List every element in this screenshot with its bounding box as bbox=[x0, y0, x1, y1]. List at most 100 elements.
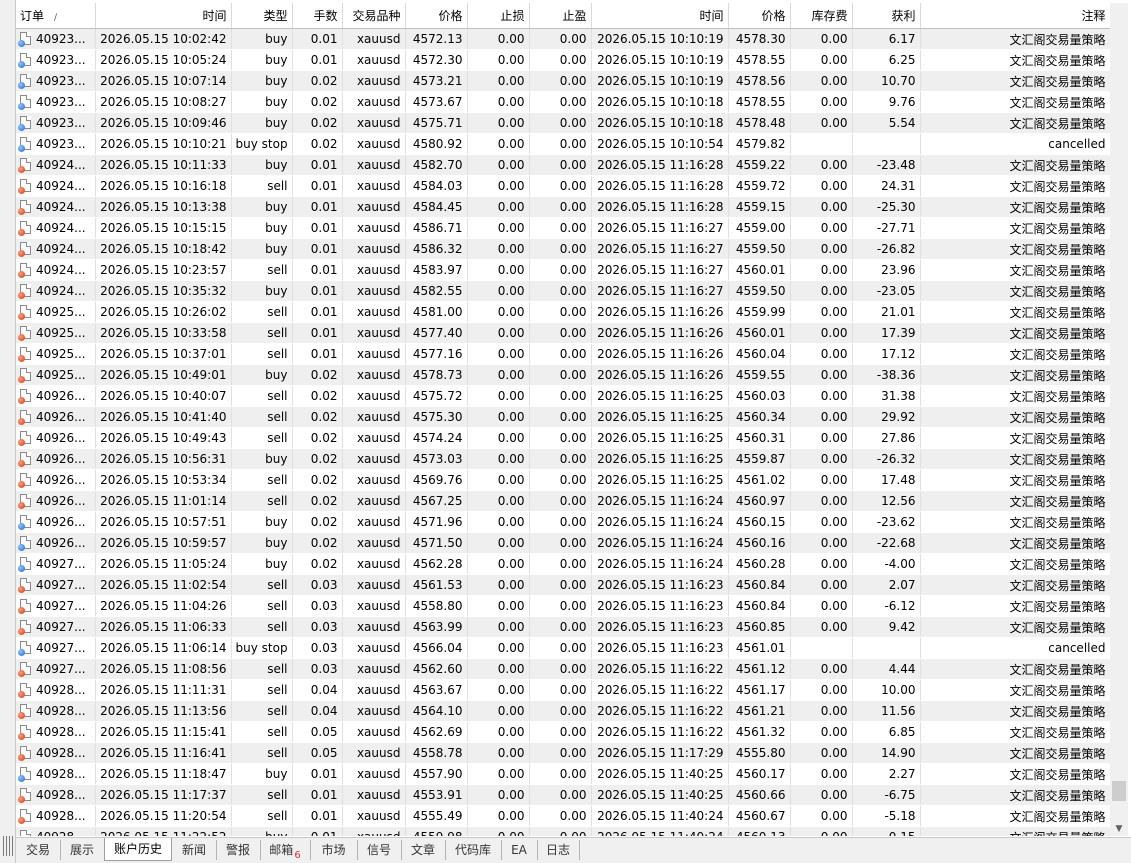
tab-9[interactable]: 代码库 bbox=[445, 840, 502, 860]
cell-open-time: 2026.05.15 11:08:56 bbox=[95, 658, 232, 680]
sell-order-icon bbox=[18, 683, 31, 698]
table-row[interactable]: 40926... 2026.05.15 10:57:51 buy 0.02 xauusd… bbox=[16, 511, 1110, 533]
cell-close-time: 2026.05.15 10:10:18 bbox=[591, 112, 729, 134]
table-row[interactable]: 40924... 2026.05.15 10:13:38 buy 0.01 xauusd… bbox=[16, 196, 1110, 218]
column-header-close-price[interactable]: 价格 bbox=[728, 3, 791, 29]
cell-open-price: 4562.28 bbox=[405, 553, 468, 575]
tab-2[interactable]: 账户历史 bbox=[104, 838, 172, 861]
cell-take-profit: 0.00 bbox=[529, 784, 592, 806]
column-header-take-profit[interactable]: 止盈 bbox=[529, 3, 592, 29]
table-row[interactable]: 40924... 2026.05.15 10:11:33 buy 0.01 xauusd… bbox=[16, 154, 1110, 176]
column-header-open-price[interactable]: 价格 bbox=[405, 3, 468, 29]
cell-take-profit: 0.00 bbox=[529, 280, 592, 302]
sell-order-icon bbox=[18, 746, 31, 761]
table-row[interactable]: 40923... 2026.05.15 10:05:24 buy 0.01 xauusd… bbox=[16, 49, 1110, 71]
column-header-comment[interactable]: 注释 bbox=[920, 3, 1110, 29]
table-row[interactable]: 40926... 2026.05.15 10:56:31 buy 0.02 xauusd… bbox=[16, 448, 1110, 470]
column-header-type[interactable]: 类型 bbox=[231, 3, 293, 29]
column-header-order[interactable]: 订单 / bbox=[16, 3, 96, 29]
cell-volume: 0.01 bbox=[292, 196, 343, 218]
table-row[interactable]: 40926... 2026.05.15 10:49:43 sell 0.02 xauus… bbox=[16, 427, 1110, 449]
table-row[interactable]: 40926... 2026.05.15 10:41:40 sell 0.02 xauus… bbox=[16, 406, 1110, 428]
buy-order-icon bbox=[20, 830, 31, 836]
cell-comment: 文汇阁交易量策略 bbox=[920, 112, 1110, 134]
table-row[interactable]: 40923... 2026.05.15 10:07:14 buy 0.02 xauusd… bbox=[16, 70, 1110, 92]
cell-comment: 文汇阁交易量策略 bbox=[920, 574, 1110, 596]
sell-order-icon bbox=[18, 347, 31, 362]
vertical-scrollbar[interactable]: ▼ bbox=[1110, 3, 1128, 836]
sell-order-icon bbox=[18, 179, 31, 194]
table-row[interactable]: 40926... 2026.05.15 11:01:14 sell 0.02 xauus… bbox=[16, 490, 1110, 512]
tab-5[interactable]: 邮箱6 bbox=[260, 840, 311, 861]
table-row[interactable]: 40925... 2026.05.15 10:26:02 sell 0.01 xauus… bbox=[16, 301, 1110, 323]
table-row[interactable]: 40925... 2026.05.15 10:49:01 buy 0.02 xauusd… bbox=[16, 364, 1110, 386]
column-header-profit[interactable]: 获利 bbox=[852, 3, 921, 29]
table-row[interactable]: 40928... 2026.05.15 11:13:56 sell 0.04 xauus… bbox=[16, 700, 1110, 722]
cell-stop-loss: 0.00 bbox=[467, 343, 530, 365]
tab-4[interactable]: 警报 bbox=[216, 840, 261, 860]
tab-10[interactable]: EA bbox=[501, 840, 538, 860]
tab-1[interactable]: 展示 bbox=[60, 840, 105, 860]
cell-open-time: 2026.05.15 10:13:38 bbox=[95, 196, 232, 218]
table-row[interactable]: 40927... 2026.05.15 11:06:33 sell 0.03 xauus… bbox=[16, 616, 1110, 638]
column-header-swap[interactable]: 库存费 bbox=[790, 3, 853, 29]
table-row[interactable]: 40924... 2026.05.15 10:23:57 sell 0.01 xauus… bbox=[16, 259, 1110, 281]
table-row[interactable]: 40924... 2026.05.15 10:15:15 buy 0.01 xauusd… bbox=[16, 217, 1110, 239]
cell-type: buy bbox=[231, 49, 293, 71]
column-header-symbol[interactable]: 交易品种 bbox=[342, 3, 406, 29]
tab-6[interactable]: 市场 bbox=[310, 840, 358, 860]
table-row[interactable]: 40926... 2026.05.15 10:40:07 sell 0.02 xauus… bbox=[16, 385, 1110, 407]
table-row[interactable]: 40928... 2026.05.15 11:20:54 sell 0.01 xauus… bbox=[16, 805, 1110, 827]
tab-3[interactable]: 新闻 bbox=[172, 840, 217, 860]
table-row[interactable]: 40927... 2026.05.15 11:04:26 sell 0.03 xauus… bbox=[16, 595, 1110, 617]
table-row[interactable]: 40927... 2026.05.15 11:05:24 buy 0.02 xauusd… bbox=[16, 553, 1110, 575]
cell-volume: 0.01 bbox=[292, 28, 343, 50]
table-row[interactable]: 40928... 2026.05.15 11:11:31 sell 0.04 xauus… bbox=[16, 679, 1110, 701]
table-row[interactable]: 40927... 2026.05.15 11:02:54 sell 0.03 xauus… bbox=[16, 574, 1110, 596]
column-header-open-time[interactable]: 时间 bbox=[95, 3, 232, 29]
column-header-close-time[interactable]: 时间 bbox=[591, 3, 729, 29]
cell-order: 40924... bbox=[16, 175, 96, 197]
table-row[interactable]: 40927... 2026.05.15 11:08:56 sell 0.03 xauus… bbox=[16, 658, 1110, 680]
cell-volume: 0.02 bbox=[292, 364, 343, 386]
cell-close-time: 2026.05.15 11:16:24 bbox=[591, 511, 729, 533]
scrollbar-thumb[interactable] bbox=[1112, 781, 1126, 801]
scroll-down-arrow-icon[interactable]: ▼ bbox=[1110, 824, 1128, 834]
cell-open-time: 2026.05.15 11:18:47 bbox=[95, 763, 232, 785]
tab-11[interactable]: 日志 bbox=[537, 840, 580, 860]
table-row[interactable]: 40924... 2026.05.15 10:16:18 sell 0.01 xauus… bbox=[16, 175, 1110, 197]
column-header-volume[interactable]: 手数 bbox=[292, 3, 343, 29]
table-row[interactable]: 40926... 2026.05.15 10:53:34 sell 0.02 xauus… bbox=[16, 469, 1110, 491]
table-row[interactable]: 40928... 2026.05.15 11:15:41 sell 0.05 xauus… bbox=[16, 721, 1110, 743]
table-row[interactable]: 40928... 2026.05.15 11:22:52buy0.01xauusd… bbox=[16, 826, 1110, 836]
cell-open-price: 4584.45 bbox=[405, 196, 468, 218]
column-header-stop-loss[interactable]: 止损 bbox=[467, 3, 530, 29]
table-row[interactable]: 40924... 2026.05.15 10:35:32 buy 0.01 xauusd… bbox=[16, 280, 1110, 302]
tab-label: 展示 bbox=[69, 843, 94, 857]
cell-stop-loss: 0.00 bbox=[467, 364, 530, 386]
tab-7[interactable]: 信号 bbox=[357, 840, 402, 860]
table-row[interactable]: 40923... 2026.05.15 10:02:42 buy 0.01 xauusd… bbox=[16, 28, 1110, 50]
cell-comment: 文汇阁交易量策略 bbox=[920, 700, 1110, 722]
table-row[interactable]: 40926... 2026.05.15 10:59:57 buy 0.02 xauusd… bbox=[16, 532, 1110, 554]
table-row[interactable]: 40923... 2026.05.15 10:09:46 buy 0.02 xauusd… bbox=[16, 112, 1110, 134]
table-row[interactable]: 40925... 2026.05.15 10:37:01 sell 0.01 xauus… bbox=[16, 343, 1110, 365]
tab-label: 警报 bbox=[225, 843, 250, 857]
table-row[interactable]: 40924... 2026.05.15 10:18:42 buy 0.01 xauusd… bbox=[16, 238, 1110, 260]
cell-comment: 文汇阁交易量策略 bbox=[920, 616, 1110, 638]
cell-comment: 文汇阁交易量策略 bbox=[920, 301, 1110, 323]
table-row[interactable]: 40928... 2026.05.15 11:18:47 buy 0.01 xauusd… bbox=[16, 763, 1110, 785]
tab-8[interactable]: 文章 bbox=[401, 840, 446, 860]
table-row[interactable]: 40923... 2026.05.15 10:10:21 buy stop 0.02 x… bbox=[16, 133, 1110, 155]
table-row[interactable]: 40928... 2026.05.15 11:16:41 sell 0.05 xauus… bbox=[16, 742, 1110, 764]
panel-grip-icon[interactable] bbox=[3, 836, 13, 856]
tab-0[interactable]: 交易 bbox=[16, 840, 61, 860]
table-row[interactable]: 40925... 2026.05.15 10:33:58 sell 0.01 xauus… bbox=[16, 322, 1110, 344]
cell-type: buy bbox=[231, 238, 293, 260]
table-row[interactable]: 40923... 2026.05.15 10:08:27 buy 0.02 xauusd… bbox=[16, 91, 1110, 113]
table-row[interactable]: 40928... 2026.05.15 11:17:37 sell 0.01 xauus… bbox=[16, 784, 1110, 806]
cell-open-price: 4578.73 bbox=[405, 364, 468, 386]
table-row[interactable]: 40927... 2026.05.15 11:06:14 buy stop 0.03 x… bbox=[16, 637, 1110, 659]
order-number: 40928... bbox=[36, 809, 86, 823]
cell-take-profit: 0.00 bbox=[529, 679, 592, 701]
